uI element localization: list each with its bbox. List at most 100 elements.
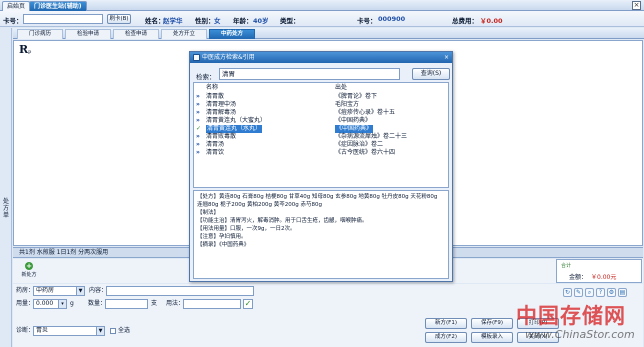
template-entry-button[interactable]: 模板录入 [471, 332, 513, 343]
patient-age: 40岁 [253, 17, 269, 25]
total-title: 合计 [561, 263, 572, 269]
chevron-right-icon: » [196, 141, 200, 148]
stepper-icon[interactable]: ▾ [58, 300, 66, 308]
search-input[interactable]: 清胃 [219, 68, 400, 80]
qty-input[interactable] [105, 299, 148, 309]
chevron-right-icon: » [196, 109, 200, 116]
new-rx-f1-button[interactable]: 新方(F1) [425, 318, 467, 329]
tab-lab-request[interactable]: 检验申请 [65, 29, 111, 39]
total-fee-label: 总费用： [452, 17, 478, 25]
type-label: 类型： [280, 17, 300, 25]
confirm-check-icon[interactable]: ✓ [243, 299, 253, 309]
usage-input[interactable] [183, 299, 241, 309]
tab-exam-request[interactable]: 检查申请 [113, 29, 159, 39]
content-label: 内容： [89, 287, 108, 294]
card-no-label: 卡号： [357, 17, 377, 25]
list-item[interactable]: » 清胃散 《脾胃论》卷下 [194, 93, 448, 101]
qty-unit: 支 [151, 300, 158, 307]
card-no-value: 000900 [378, 15, 406, 23]
new-prescription-button[interactable]: + 新处方 [17, 262, 41, 282]
read-card-button[interactable]: 刷卡(B) [107, 14, 131, 24]
search-button[interactable]: 查询(S) [412, 68, 450, 80]
chevron-down-icon: ▼ [96, 327, 104, 335]
list-item[interactable]: » 清胃黄连丸（大蜜丸） 《中国药典》 [194, 117, 448, 125]
refresh-icon[interactable]: ↻ [563, 288, 572, 297]
window-tab-bar: 启始页 门诊医生站(辅助) × [0, 0, 644, 11]
settings-icon[interactable]: ⚙ [607, 288, 616, 297]
list-item[interactable]: » 清胃饮 《古今医统》卷六十四 [194, 149, 448, 157]
tab-prescription[interactable]: 处方开立 [161, 29, 207, 39]
select-all-checkbox[interactable] [110, 328, 116, 334]
chevron-right-icon: » [196, 133, 200, 140]
gender-label: 性别： [195, 17, 215, 25]
col-name-header: 名称 [206, 84, 219, 91]
content-input[interactable] [106, 286, 254, 296]
tool-icon-bar: ↻ ✎ ⌕? ⚙ ▤ [563, 288, 641, 298]
formula-search-dialog: 中医成方检索&引用 × 检索： 清胃 查询(S) 名称 出处 » 清胃散 《脾胃论》… [189, 51, 453, 282]
amount-value: ￥0.00元 [591, 274, 617, 281]
chevron-right-icon: » [196, 149, 200, 156]
edit-icon[interactable]: ✎ [574, 288, 583, 297]
module-tabs: 门诊病历 检验申请 检查申请 处方开立 中药处方 [13, 28, 644, 39]
qty-label: 数量： [88, 300, 107, 307]
check-icon: ✓ [196, 125, 202, 132]
dialog-title: 中医成方检索&引用 [202, 54, 255, 61]
patient-info-bar: 卡号： 刷卡(B) 姓名： 赵学华 性别： 女 年龄： 40岁 类型： 卡号： … [0, 11, 644, 27]
close-icon[interactable]: × [632, 1, 641, 10]
total-amount-box: 合计 金额： ￥0.00元 [556, 259, 642, 283]
col-source-header: 出处 [335, 84, 348, 91]
detail-line: 【摘录】《中国药典》 [197, 242, 250, 248]
list-item-selected[interactable]: ✓ 清胃黄连丸（水丸） 《中国药典》 [194, 125, 448, 133]
list-item[interactable]: » 清胃汤 《症因脉治》卷二 [194, 141, 448, 149]
watermark-logo-text: 中国存储网 [516, 304, 626, 328]
detail-line: 【功能主治】清胃泻火，解毒消肿。用于口舌生疮，齿龈，咽喉肿痛。 [197, 218, 368, 224]
select-all-label: 全选 [118, 327, 131, 334]
close-icon[interactable]: × [443, 54, 450, 61]
age-label: 年龄： [233, 17, 253, 25]
watermark-url: www.ChinaStor.com [525, 328, 635, 341]
tab-outpatient-record[interactable]: 门诊病历 [17, 29, 63, 39]
tab-herbal-prescription[interactable]: 中药处方 [209, 29, 255, 39]
formula-list[interactable]: 名称 出处 » 清胃散 《脾胃论》卷下 » 清胃理中汤 毛阳宝方 » 清胃解毒汤 《痘疹传心… [193, 82, 449, 188]
chevron-right-icon: » [196, 93, 200, 100]
name-label: 姓名： [145, 17, 165, 25]
list-item[interactable]: » 清胃解毒汤 《痘疹传心录》卷十五 [194, 109, 448, 117]
tab-outpatient-doctor[interactable]: 门诊医生站(辅助) [29, 1, 87, 11]
dose-input[interactable]: 0.000 ▾ [33, 299, 67, 309]
patient-gender: 女 [214, 17, 221, 25]
chevron-right-icon: » [196, 117, 200, 124]
pharmacy-select[interactable]: 中药房 ▼ [33, 286, 85, 296]
tab-start-page[interactable]: 启始页 [2, 1, 31, 11]
list-header: 名称 出处 [194, 83, 448, 92]
patient-name: 赵学华 [163, 17, 183, 25]
total-fee-value: ￥0.00 [480, 17, 503, 25]
search-label: 检索： [196, 73, 216, 81]
diagnosis-label: 诊断： [16, 327, 35, 334]
list-item[interactable]: » 清胃理中汤 毛阳宝方 [194, 101, 448, 109]
left-side-strip: 处方单 [0, 28, 12, 347]
detail-line: 【用法用量】口服，一次9g，一日2次。 [197, 226, 296, 232]
add-icon: + [25, 262, 33, 270]
detail-line: 【制法】 [197, 210, 220, 216]
list-item[interactable]: » 清胃败毒散 《杂病源流犀烛》卷二十三 [194, 133, 448, 141]
usage-label: 用法： [166, 300, 185, 307]
print-icon[interactable]: ▤ [618, 288, 627, 297]
dose-unit: g [70, 300, 74, 307]
pharmacy-label: 药房： [16, 287, 35, 294]
help-icon[interactable]: ? [596, 288, 605, 297]
card-input[interactable] [23, 14, 103, 24]
rx-symbol: Rp [19, 43, 32, 56]
detail-line: 【处方】黄连80g 石膏80g 桔梗80g 甘草40g 知母80g 玄参80g … [197, 194, 438, 200]
dose-label: 用量： [16, 300, 35, 307]
save-button[interactable]: 保存(F9) [471, 318, 513, 329]
amount-label: 金额： [569, 274, 588, 281]
rx-sheet-vertical-label: 处方单 [2, 198, 9, 219]
dialog-title-bar[interactable]: 中医成方检索&引用 × [190, 52, 452, 63]
diagnosis-select[interactable]: 胃炎 ▼ [33, 326, 105, 336]
search-icon[interactable]: ⌕ [585, 288, 594, 297]
dosage-summary: 共1剂 水煎服 1日1剂 分两次服用 [19, 249, 109, 256]
formula-button[interactable]: 成方(F2) [425, 332, 467, 343]
chevron-right-icon: » [196, 101, 200, 108]
detail-line: 连翘80g 栀子200g 黄柏200g 黄芩200g 赤芍80g [197, 202, 322, 208]
chevron-down-icon: ▼ [76, 287, 84, 295]
